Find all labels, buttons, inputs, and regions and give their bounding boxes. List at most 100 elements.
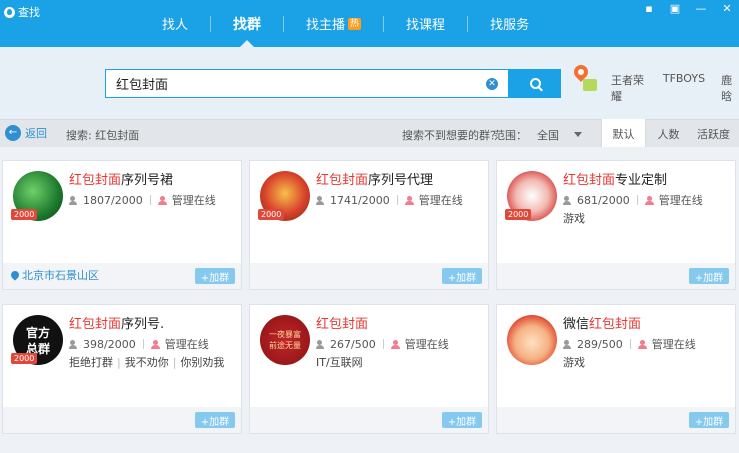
member-count: 1741/2000 xyxy=(330,193,390,207)
admin-status: 管理在线 xyxy=(651,338,696,351)
pin-window-icon[interactable]: ▪ xyxy=(643,2,655,15)
minimize-icon[interactable]: — xyxy=(695,2,707,15)
clear-icon[interactable]: ✕ xyxy=(486,78,498,90)
results-grid: 2000 红包封面序列号裙 1807/2000 管理在线 北京市石景山区 +加群… xyxy=(0,147,739,453)
members-icon xyxy=(69,195,79,205)
join-group-button[interactable]: +加群 xyxy=(195,268,235,284)
card-footer: +加群 xyxy=(497,407,735,433)
map-icon[interactable] xyxy=(583,79,597,91)
group-name[interactable]: 红包封面 xyxy=(316,313,368,332)
location: 北京市石景山区 xyxy=(9,267,99,283)
hot-badge: 热 xyxy=(348,17,362,30)
admin-icon xyxy=(644,195,655,205)
app-logo-icon xyxy=(4,6,15,18)
hot-tag[interactable]: 鹿晗 xyxy=(721,72,739,104)
tab-find-people[interactable]: 找人 xyxy=(140,0,210,47)
hot-tag[interactable]: TFBOYS xyxy=(663,72,705,104)
admin-icon xyxy=(637,339,648,349)
tab-find-courses[interactable]: 找课程 xyxy=(384,0,467,47)
members-icon xyxy=(563,195,573,205)
members-icon xyxy=(69,339,79,349)
member-count: 1807/2000 xyxy=(83,193,143,207)
sort-tab-activity[interactable]: 活跃度 xyxy=(691,119,736,148)
location-pin-icon xyxy=(9,269,21,281)
search-box: ✕ xyxy=(105,69,509,98)
app-title-text: 查找 xyxy=(18,6,40,19)
back-button[interactable]: ← 返回 xyxy=(5,125,47,141)
group-name[interactable]: 红包封面序列号. xyxy=(69,313,164,332)
member-count: 398/2000 xyxy=(83,337,136,351)
card-footer: +加群 xyxy=(497,263,735,289)
join-group-button[interactable]: +加群 xyxy=(689,268,729,284)
tag: 我不劝你 xyxy=(124,356,169,369)
group-meta: 398/2000 管理在线 xyxy=(69,336,209,352)
search-button[interactable] xyxy=(509,69,561,98)
tab-find-streamers[interactable]: 找主播热 xyxy=(284,0,383,47)
member-count: 681/2000 xyxy=(577,193,630,207)
group-name[interactable]: 红包封面序列号代理 xyxy=(316,169,433,188)
app-title: 查找 xyxy=(4,4,40,20)
skin-icon[interactable]: ▣ xyxy=(669,2,681,15)
level-badge: 2000 xyxy=(258,209,285,220)
level-badge: 2000 xyxy=(11,353,38,364)
tag: IT/互联网 xyxy=(316,356,363,369)
hot-tag[interactable]: 王者荣耀 xyxy=(611,72,647,104)
group-avatar: 一夜暴富 前途无量 xyxy=(260,315,310,365)
group-meta: 289/500 管理在线 xyxy=(563,336,696,352)
filter-bar: ← 返回 搜索: 红包封面 搜索不到想要的群？ 范围： 全国 默认 人数 活跃度 xyxy=(0,119,739,148)
group-card[interactable]: 微信红包封面 289/500 管理在线 游戏 +加群 xyxy=(496,304,736,434)
sort-tab-default[interactable]: 默认 xyxy=(601,119,646,148)
members-icon xyxy=(563,339,573,349)
search-area: ✕ 王者荣耀 TFBOYS 鹿晗 xyxy=(0,47,739,119)
chevron-down-icon[interactable] xyxy=(574,132,582,137)
card-footer: +加群 xyxy=(250,407,488,433)
card-footer: 北京市石景山区 +加群 xyxy=(3,263,241,289)
join-group-button[interactable]: +加群 xyxy=(442,268,482,284)
tag: 游戏 xyxy=(563,212,585,225)
member-count: 289/500 xyxy=(577,337,623,351)
admin-icon xyxy=(390,339,401,349)
group-card[interactable]: 官方总群 2000 红包封面序列号. 398/2000 管理在线 拒绝打群 | 我不… xyxy=(2,304,242,434)
group-name[interactable]: 微信红包封面 xyxy=(563,313,641,332)
admin-icon xyxy=(150,339,161,349)
main-nav: 找人 找群 找主播热 找课程 找服务 xyxy=(140,0,551,47)
group-card[interactable]: 一夜暴富 前途无量 红包封面 267/500 管理在线 IT/互联网 +加群 xyxy=(249,304,489,434)
window-controls: ▪ ▣ — ✕ xyxy=(643,2,733,15)
close-icon[interactable]: ✕ xyxy=(721,2,733,15)
admin-status: 管理在线 xyxy=(418,194,463,207)
tab-find-groups[interactable]: 找群 xyxy=(211,0,283,47)
group-name[interactable]: 红包封面序列号裙 xyxy=(69,169,173,188)
admin-status: 管理在线 xyxy=(404,338,449,351)
join-group-button[interactable]: +加群 xyxy=(689,412,729,428)
group-meta: 1741/2000 管理在线 xyxy=(316,192,463,208)
search-input[interactable] xyxy=(106,70,476,97)
search-breadcrumb: 搜索: 红包封面 xyxy=(66,129,140,142)
group-tags: 游戏 xyxy=(563,354,585,370)
join-group-button[interactable]: +加群 xyxy=(442,412,482,428)
join-group-button[interactable]: +加群 xyxy=(195,412,235,428)
search-icon xyxy=(529,78,541,89)
card-footer: +加群 xyxy=(3,407,241,433)
group-tags: IT/互联网 xyxy=(316,354,363,370)
members-icon xyxy=(316,195,326,205)
group-meta: 1807/2000 管理在线 xyxy=(69,192,216,208)
group-card[interactable]: 2000 红包封面专业定制 681/2000 管理在线 游戏 +加群 xyxy=(496,160,736,290)
group-card[interactable]: 2000 红包封面序列号裙 1807/2000 管理在线 北京市石景山区 +加群 xyxy=(2,160,242,290)
card-footer: +加群 xyxy=(250,263,488,289)
group-meta: 681/2000 管理在线 xyxy=(563,192,703,208)
tag: 拒绝打群 xyxy=(69,356,113,369)
group-name[interactable]: 红包封面专业定制 xyxy=(563,169,667,188)
range-select[interactable]: 全国 xyxy=(537,127,559,143)
not-found-link[interactable]: 搜索不到想要的群？ xyxy=(402,127,501,143)
tag: 你别劝我 xyxy=(180,356,225,369)
level-badge: 2000 xyxy=(505,209,532,220)
sort-tab-members[interactable]: 人数 xyxy=(646,119,691,148)
group-tags: 游戏 xyxy=(563,210,585,226)
sort-tabs: 默认 人数 活跃度 xyxy=(601,119,736,148)
member-count: 267/500 xyxy=(330,337,376,351)
top-bar: 查找 找人 找群 找主播热 找课程 找服务 ▪ ▣ — ✕ xyxy=(0,0,739,47)
range-label: 范围： xyxy=(494,129,527,142)
group-card[interactable]: 2000 红包封面序列号代理 1741/2000 管理在线 +加群 xyxy=(249,160,489,290)
admin-status: 管理在线 xyxy=(164,338,209,351)
tab-find-services[interactable]: 找服务 xyxy=(468,0,551,47)
